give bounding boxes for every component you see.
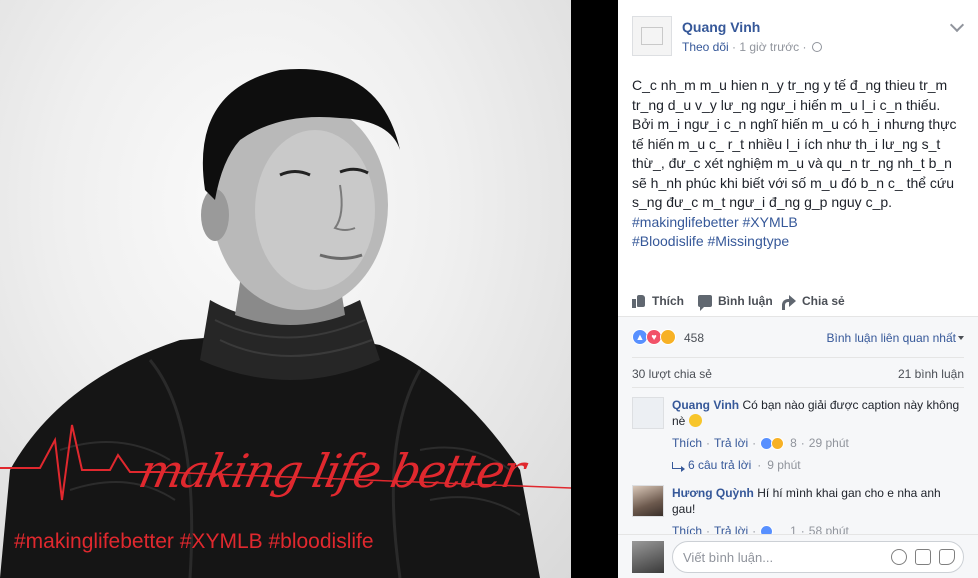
hashtag-line: #makinglifebetter #XYMLB: [632, 213, 966, 233]
meta-dot: ·: [757, 458, 762, 472]
comment-composer: Viết bình luận...: [618, 534, 978, 578]
commenter-avatar[interactable]: [632, 485, 664, 517]
comment-count[interactable]: 21 bình luận: [898, 367, 964, 381]
view-replies-link[interactable]: 6 câu trả lời · 9 phút: [672, 457, 964, 473]
comment-label: Bình luận: [718, 294, 773, 308]
comment-reply-link[interactable]: Trả lời: [714, 435, 748, 451]
meta-dot: ·: [800, 436, 805, 450]
share-icon: [782, 295, 796, 310]
replies-count: 6 câu trả lời: [688, 458, 752, 472]
chevron-down-icon[interactable]: [949, 17, 965, 33]
author-name[interactable]: Quang Vinh: [682, 19, 760, 35]
comment-input-placeholder: Viết bình luận...: [683, 550, 774, 565]
post-side-panel: Quang Vinh Theo dõi · 1 giờ trước · C_c …: [618, 0, 978, 578]
share-count[interactable]: 30 lượt chia sẻ: [632, 367, 712, 381]
hashtag-link[interactable]: #Missingtype: [708, 233, 790, 249]
comment-like-link[interactable]: Thích: [672, 435, 702, 451]
hashtag-link[interactable]: #Bloodislife: [632, 233, 704, 249]
caption-line: Bởi m_i ngư_i c_n nghĩ hiến m_u có h_i n…: [632, 116, 957, 210]
haha-reaction-icon[interactable]: [660, 329, 676, 345]
commenter-name[interactable]: Hương Quỳnh: [672, 486, 754, 500]
hashtag-link[interactable]: #makinglifebetter: [632, 214, 739, 230]
sticker-icon[interactable]: [939, 549, 955, 565]
emoji-icon[interactable]: [891, 549, 907, 565]
composer-icons: [891, 549, 955, 565]
comment-content: Quang Vinh Có bạn nào giải được caption …: [672, 397, 964, 429]
comment-button[interactable]: Bình luận: [698, 294, 773, 311]
author-avatar[interactable]: [632, 16, 672, 56]
comment-sort-dropdown[interactable]: Bình luận liên quan nhất: [827, 331, 964, 345]
caret-down-icon: [958, 336, 964, 340]
caption-line: C_c nh_m m_u hien n_y tr_ng y tế đ_ng th…: [632, 77, 948, 113]
thumbs-up-icon: [632, 294, 646, 308]
shares-row: 30 lượt chia sẻ 21 bình luận: [632, 367, 964, 381]
photo-viewer: making life better #makinglifebetter #XY…: [0, 0, 618, 578]
replies-time: 9 phút: [767, 458, 801, 472]
meta-dot: ·: [706, 436, 711, 450]
haha-reaction-icon: [771, 436, 785, 450]
comment-icon: [698, 295, 712, 311]
photo-overlay-script: making life better: [134, 444, 529, 498]
post-header: Quang Vinh Theo dõi · 1 giờ trước ·: [632, 16, 968, 58]
divider: [632, 387, 964, 388]
post-meta: Theo dõi · 1 giờ trước ·: [682, 40, 822, 54]
reaction-count[interactable]: 458: [684, 331, 704, 345]
share-label: Chia sẻ: [802, 294, 845, 308]
commenter-avatar[interactable]: [632, 397, 664, 429]
reply-arrow-icon: [672, 461, 685, 472]
reactions-row: ▲ ♥ 458 Bình luận liên quan nhất: [632, 329, 964, 347]
photo-overlay-hashtags: #makinglifebetter #XYMLB #bloodislife: [14, 530, 374, 553]
divider: [632, 357, 964, 358]
post-caption: C_c nh_m m_u hien n_y tr_ng y tế đ_ng th…: [632, 76, 966, 252]
avatar-placeholder-icon: [641, 27, 663, 45]
comment-input[interactable]: Viết bình luận...: [672, 541, 964, 573]
share-button[interactable]: Chia sẻ: [782, 294, 845, 310]
laughing-emoji-icon: [688, 414, 702, 427]
camera-icon[interactable]: [915, 549, 931, 565]
comment-meta: Thích · Trả lời · 8 · 29 phút: [672, 435, 964, 451]
meta-separator: ·: [728, 40, 740, 54]
follow-link[interactable]: Theo dõi: [682, 40, 729, 54]
current-user-avatar: [632, 541, 664, 573]
post-photo[interactable]: making life better #makinglifebetter #XY…: [0, 0, 571, 578]
post-actions: Thích Bình luận Chia sẻ: [632, 292, 966, 312]
hashtag-link[interactable]: #XYMLB: [743, 214, 798, 230]
meta-dot: ·: [752, 436, 757, 450]
like-label: Thích: [652, 294, 684, 308]
comment-time[interactable]: 29 phút: [809, 435, 849, 451]
comment-sort-label: Bình luận liên quan nhất: [826, 331, 956, 345]
meta-separator: ·: [799, 40, 810, 54]
like-button[interactable]: Thích: [632, 294, 684, 308]
comment-reactions[interactable]: [760, 436, 786, 450]
post-time[interactable]: 1 giờ trước: [739, 40, 799, 54]
commenter-name[interactable]: Quang Vinh: [672, 398, 739, 412]
globe-icon[interactable]: [811, 42, 822, 52]
comment-content: Hương Quỳnh Hí hí mình khai gan cho e nh…: [672, 485, 964, 517]
comment-reaction-count[interactable]: 8: [790, 435, 797, 451]
hashtag-line: #Bloodislife #Missingtype: [632, 232, 966, 252]
